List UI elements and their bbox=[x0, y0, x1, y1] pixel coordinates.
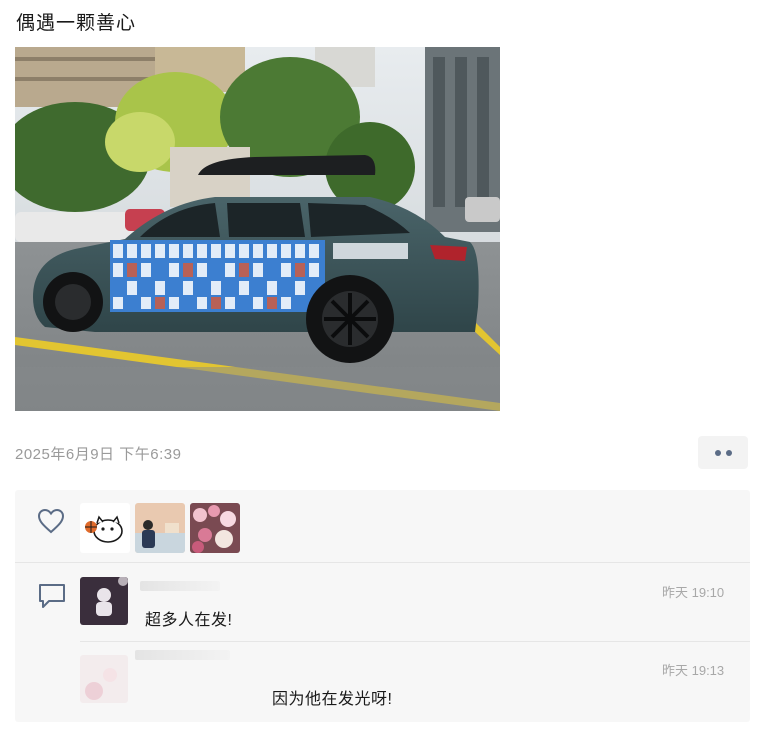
comment-text: 因为他在发光呀! bbox=[272, 691, 393, 708]
commenter-avatar[interactable] bbox=[80, 577, 128, 625]
post-text: 偶遇一颗善心 bbox=[16, 13, 137, 34]
commenter-name-redacted[interactable] bbox=[140, 581, 220, 591]
likes-row bbox=[15, 490, 750, 562]
liker-avatar-person[interactable] bbox=[135, 503, 185, 553]
commenter-name-redacted[interactable] bbox=[135, 650, 230, 660]
commenter-avatar-image bbox=[80, 577, 128, 625]
post-timestamp: 2025年6月9日 下午6:39 bbox=[15, 446, 182, 463]
person-avatar-image bbox=[135, 503, 185, 553]
commenter-avatar[interactable] bbox=[80, 655, 128, 703]
heart-icon bbox=[37, 508, 65, 534]
more-dots-icon-dot bbox=[725, 449, 732, 456]
commenter-avatar-image-blurred bbox=[80, 655, 128, 703]
post-photo[interactable] bbox=[15, 47, 500, 411]
divider bbox=[80, 641, 750, 642]
more-options-button[interactable] bbox=[698, 436, 748, 469]
divider bbox=[15, 562, 750, 563]
comment-time: 昨天 19:13 bbox=[662, 663, 725, 678]
flowers-avatar-image bbox=[190, 503, 240, 553]
cartoon-cat-avatar-image bbox=[80, 503, 130, 553]
comment-text: 超多人在发! bbox=[145, 612, 233, 629]
car-photo-illustration bbox=[15, 47, 500, 411]
liker-avatar-cartoon-cat[interactable] bbox=[80, 503, 130, 553]
comment-time: 昨天 19:10 bbox=[662, 585, 725, 600]
comment-bubble-icon bbox=[39, 584, 65, 608]
liker-avatar-flowers[interactable] bbox=[190, 503, 240, 553]
social-panel: 昨天 19:10 超多人在发! 昨天 19:13 因为他在发光呀! bbox=[15, 490, 750, 722]
more-dots-icon bbox=[714, 449, 721, 456]
